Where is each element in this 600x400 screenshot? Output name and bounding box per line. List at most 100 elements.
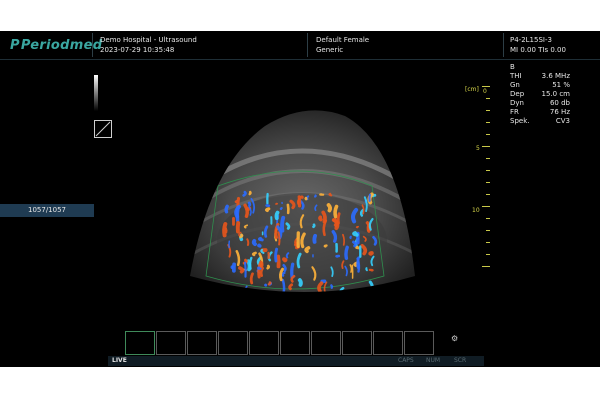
param-key: THI <box>510 72 522 80</box>
doppler-flow-segment <box>244 261 247 278</box>
param-key: Dep <box>510 90 525 98</box>
doppler-flow-segment <box>238 266 245 274</box>
doppler-flow-segment <box>318 215 323 222</box>
doppler-flow-segment <box>277 231 281 246</box>
doppler-flow-segment <box>246 238 250 246</box>
depth-label-10: 10 <box>472 207 480 214</box>
param-row-speckle: Spek. CV3 <box>510 117 570 126</box>
doppler-flow-segment <box>222 222 228 238</box>
ruler-tick <box>486 158 490 159</box>
cine-thumbnail[interactable] <box>156 331 186 355</box>
roi-box-icon[interactable] <box>94 120 112 138</box>
doppler-flow-segment <box>267 281 272 286</box>
doppler-flow-segment <box>368 268 374 272</box>
doppler-flow-segment <box>290 262 295 279</box>
cine-thumbnail[interactable] <box>342 331 372 355</box>
cine-thumbnail[interactable] <box>218 331 248 355</box>
ruler-tick <box>486 242 490 243</box>
doppler-flow-segment <box>281 271 286 277</box>
cine-thumbnail[interactable] <box>125 331 155 355</box>
imaging-parameters: B THI 3.6 MHz Gn 51 % Dep 15.0 cm Dyn 60 db … <box>510 63 570 126</box>
brand-name: Periodmed <box>20 38 103 53</box>
doppler-flow-segment <box>243 203 250 218</box>
doppler-flow-segment <box>239 233 244 239</box>
param-value: 15.0 cm <box>541 90 570 98</box>
doppler-flow-segment <box>257 236 264 242</box>
param-row-gain: Gn 51 % <box>510 81 570 90</box>
cine-thumbnail[interactable] <box>280 331 310 355</box>
doppler-flow-segment <box>356 257 361 273</box>
probe-name[interactable]: P4-2L15SI-3 <box>510 36 552 45</box>
doppler-flow-segment <box>281 278 286 292</box>
param-value: 76 Hz <box>549 108 570 116</box>
cine-thumbnail[interactable] <box>404 331 434 355</box>
depth-label-5: 5 <box>476 145 480 152</box>
doppler-flow-segment <box>259 266 264 277</box>
cine-thumbnail[interactable] <box>311 331 341 355</box>
safety-indices: MI 0.00 TIs 0.00 <box>510 46 566 54</box>
doppler-flow-segment <box>282 257 288 263</box>
doppler-flow-segment <box>297 278 303 287</box>
ruler-tick <box>486 194 490 195</box>
roi-diagonal-icon <box>95 121 111 137</box>
doppler-flow-segment <box>314 194 317 198</box>
param-row-thi: THI 3.6 MHz <box>510 72 570 81</box>
doppler-flow-segment <box>352 231 359 237</box>
param-value: 60 db <box>549 99 570 107</box>
header-separator <box>503 33 504 57</box>
doppler-flow-segment <box>249 272 254 285</box>
doppler-flow-segment <box>331 218 339 227</box>
param-value: 51 % <box>552 81 570 89</box>
ruler-tick <box>482 266 490 267</box>
ruler-tick <box>486 182 490 183</box>
param-row-dynamic-range: Dyn 60 db <box>510 99 570 108</box>
doppler-flow-segment <box>248 256 253 270</box>
header-separator <box>92 33 93 57</box>
brand-logo-mark: P <box>10 38 20 53</box>
doppler-flow-segment <box>247 201 252 207</box>
ruler-tick <box>486 110 490 111</box>
ruler-tick <box>486 230 490 231</box>
doppler-flow-segment <box>288 283 294 291</box>
doppler-flow-segment <box>355 245 361 250</box>
ruler-tick <box>486 122 490 123</box>
screen: PPeriodmed Demo Hospital - Ultrasound 20… <box>0 0 600 400</box>
patient-name[interactable]: Default Female <box>316 36 369 45</box>
param-key: Spek. <box>510 117 530 125</box>
probe-orientation-icon: ⚙ <box>451 334 459 343</box>
doppler-flow-segment <box>242 190 247 197</box>
cine-thumbnail[interactable] <box>249 331 279 355</box>
doppler-flow-segment <box>251 251 257 257</box>
doppler-flow-segment <box>259 260 264 268</box>
cine-thumbnail[interactable] <box>373 331 403 355</box>
status-bar: LIVE CAPS NUM SCR <box>108 356 484 366</box>
doppler-flow-segment <box>312 223 316 229</box>
doppler-flow-segment <box>365 267 368 272</box>
param-key: FR <box>510 108 519 116</box>
brand-logo: PPeriodmed <box>10 38 102 53</box>
param-row-frame-rate: FR 76 Hz <box>510 108 570 117</box>
num-indicator: NUM <box>426 357 441 364</box>
doppler-flow-segment <box>274 247 279 263</box>
grayscale-bar-icon <box>94 75 98 111</box>
depth-label-0: 0 <box>483 88 487 95</box>
ruler-tick <box>482 146 490 147</box>
cine-thumbnail[interactable] <box>187 331 217 355</box>
doppler-flow-segment <box>333 204 339 219</box>
ultrasound-image[interactable] <box>170 76 440 321</box>
ruler-tick <box>486 170 490 171</box>
frame-counter[interactable]: 1057/1057 <box>0 204 94 217</box>
exam-datetime: 2023-07-29 10:35:48 <box>100 46 175 54</box>
doppler-flow-segment <box>352 240 357 248</box>
imaging-mode: B <box>510 63 515 71</box>
doppler-flow-segment <box>355 225 359 229</box>
param-key: Dyn <box>510 99 524 107</box>
doppler-flow-segment <box>265 207 271 213</box>
doppler-flow-segment <box>321 210 327 224</box>
header-separator <box>307 33 308 57</box>
patient-type: Generic <box>316 46 344 54</box>
doppler-flow-segment <box>248 190 252 196</box>
doppler-flow-segment <box>344 245 349 260</box>
param-value: 3.6 MHz <box>541 72 570 80</box>
ruler-tick <box>482 86 490 87</box>
